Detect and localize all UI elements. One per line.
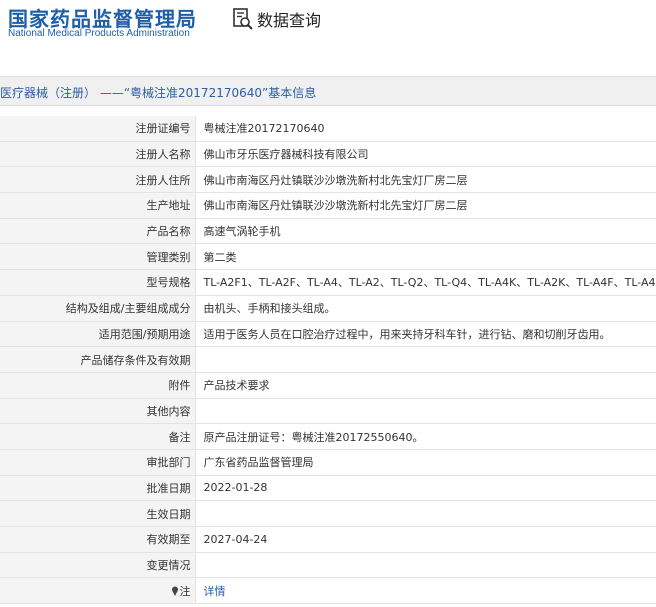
info-row-value: 第二类 [195, 243, 656, 271]
info-row-label: 注册证编号 [0, 116, 196, 142]
info-row: 结构及组成/主要组成成分 由机头、手柄和接头组成。 [0, 295, 656, 322]
info-row: 注册人住所 佛山市南海区丹灶镇联沙沙墩洗新村北先宝灯厂房二层 [0, 166, 656, 194]
info-row-value: 粤械注准20172170640 [195, 116, 656, 142]
info-row: 产品名称 高速气涡轮手机 [0, 218, 656, 245]
info-row: 审批部门 广东省药品监督管理局 [0, 449, 656, 476]
info-row-value: TL-A2F1、TL-A2F、TL-A4、TL-A2、TL-Q2、TL-Q4、T… [195, 269, 656, 296]
info-row: 注册人名称 佛山市牙乐医疗器械科技有限公司 [0, 141, 656, 168]
info-row-label: 生产地址 [0, 192, 196, 219]
info-row-label: 管理类别 [0, 243, 196, 271]
info-row-value [195, 500, 656, 527]
data-query-label: 数据查询 [257, 11, 322, 30]
info-row-value: 原产品注册证号：粤械注准20172550640。 [195, 423, 656, 450]
info-row: 备注 原产品注册证号：粤械注准20172550640。 [0, 423, 656, 450]
info-row-value [195, 346, 656, 373]
document-search-icon [233, 8, 253, 30]
info-row-label: 注册人住所 [0, 166, 196, 194]
data-query-link[interactable]: 数据查询 [232, 6, 321, 32]
info-row-detail: 注详情 [0, 577, 656, 605]
info-row: 附件 产品技术要求 [0, 372, 656, 399]
info-row-label: 生效日期 [0, 500, 196, 527]
info-row-value: 佛山市南海区丹灶镇联沙沙墩洗新村北先宝灯厂房二层 [195, 192, 656, 219]
info-row: 注册证编号 粤械注准20172170640 [0, 116, 656, 142]
info-row-value: 详情 [195, 577, 656, 605]
info-row-value [195, 552, 656, 579]
info-row: 适用范围/预期用途 适用于医务人员在口腔治疗过程中，用来夹持牙科车针，进行钻、磨和… [0, 321, 656, 348]
info-row-label: 附件 [0, 372, 196, 399]
info-row-label: 型号规格 [0, 269, 196, 296]
info-row: 型号规格 TL-A2F1、TL-A2F、TL-A4、TL-A2、TL-Q2、TL-… [0, 269, 656, 296]
info-row-label: 产品名称 [0, 218, 196, 245]
info-row-label: 变更情况 [0, 552, 196, 579]
info-row-label: 产品储存条件及有效期 [0, 346, 196, 373]
site-logo-subtitle: National Medical Products Administration [8, 28, 190, 39]
site-header: 国家药品监督管理局 National Medical Products Admi… [0, 0, 656, 76]
info-row-value: 产品技术要求 [195, 372, 656, 399]
info-row-value: 高速气涡轮手机 [195, 218, 656, 245]
info-row-label: 注册人名称 [0, 141, 196, 168]
info-row: 变更情况 [0, 552, 656, 579]
info-row-label: 批准日期 [0, 475, 196, 502]
info-row-label: 有效期至 [0, 526, 196, 553]
info-row: 批准日期 2022-01-28 [0, 475, 656, 502]
info-row-value: 由机头、手柄和接头组成。 [195, 295, 656, 322]
info-row-value: 佛山市南海区丹灶镇联沙沙墩洗新村北先宝灯厂房二层 [195, 166, 656, 194]
info-row-label: 审批部门 [0, 449, 196, 476]
info-row: 有效期至 2027-04-24 [0, 526, 656, 553]
info-row-value: 佛山市牙乐医疗器械科技有限公司 [195, 141, 656, 168]
record-title-bar: 医疗器械（注册） ——“粤械注准20172170640”基本信息 [0, 76, 656, 106]
info-row-value: 适用于医务人员在口腔治疗过程中，用来夹持牙科车针，进行钻、磨和切削牙齿用。 [195, 321, 656, 348]
info-row-label: 适用范围/预期用途 [0, 321, 196, 348]
details-link[interactable]: 详情 [204, 585, 226, 598]
info-row-label: 结构及组成/主要组成成分 [0, 295, 196, 322]
info-row-label: 其他内容 [0, 398, 196, 425]
info-row-value [195, 398, 656, 425]
location-pin-icon [171, 586, 178, 596]
info-row: 产品储存条件及有效期 [0, 346, 656, 373]
record-title: 医疗器械（注册） ——“粤械注准20172170640”基本信息 [0, 86, 317, 100]
info-row-value: 广东省药品监督管理局 [195, 449, 656, 476]
registration-info-table: 注册证编号 粤械注准20172170640 注册人名称 佛山市牙乐医疗器械科技有限公司… [0, 116, 656, 605]
info-row-label: 注 [0, 577, 196, 605]
info-row: 生效日期 [0, 500, 656, 527]
info-row: 管理类别 第二类 [0, 243, 656, 271]
info-row: 生产地址 佛山市南海区丹灶镇联沙沙墩洗新村北先宝灯厂房二层 [0, 192, 656, 219]
info-row-label: 备注 [0, 423, 196, 450]
info-row-value: 2022-01-28 [195, 475, 656, 502]
info-row-value: 2027-04-24 [195, 526, 656, 553]
detail-label: 注 [179, 584, 191, 598]
info-row: 其他内容 [0, 398, 656, 425]
